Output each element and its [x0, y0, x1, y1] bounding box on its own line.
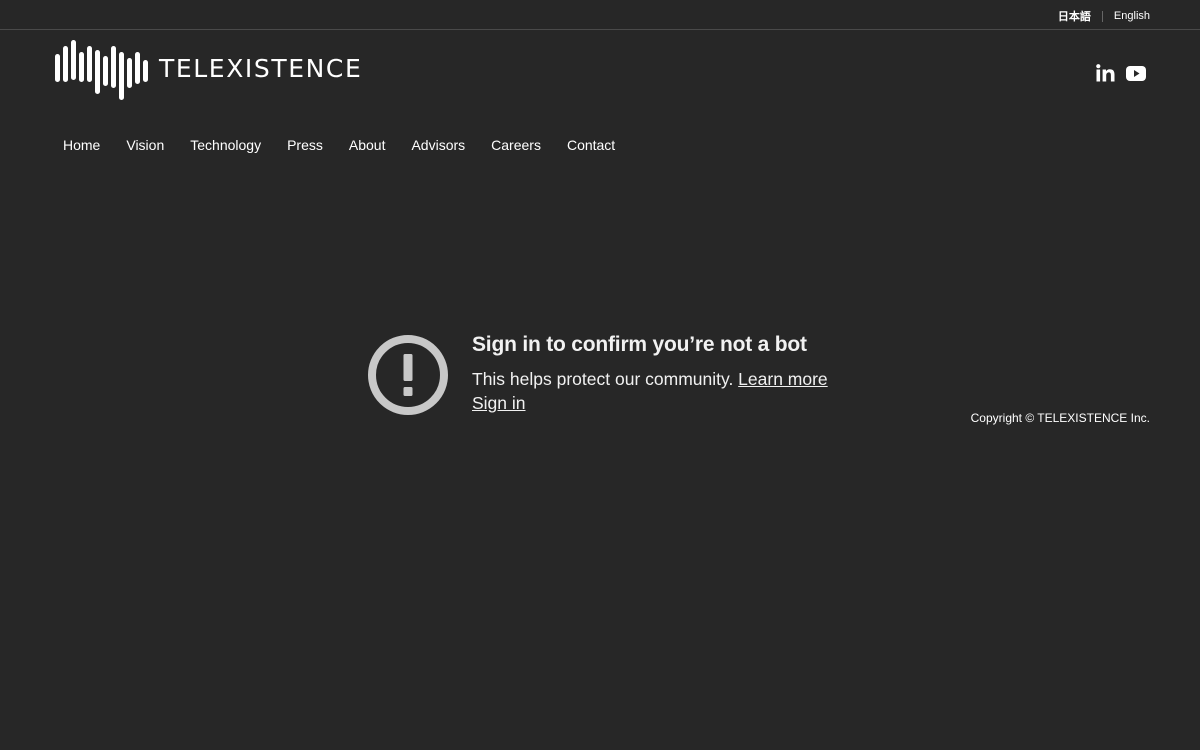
bot-check-title: Sign in to confirm you’re not a bot	[472, 333, 807, 356]
sign-in-link[interactable]: Sign in	[472, 393, 526, 414]
language-bar: 日本語 English	[0, 0, 1200, 30]
youtube-icon[interactable]	[1126, 65, 1146, 81]
page: 日本語 English TELEXISTENCE Home Vision Tec…	[0, 0, 1200, 750]
main-nav: Home Vision Technology Press About Advis…	[50, 134, 628, 156]
nav-item-careers[interactable]: Careers	[478, 134, 554, 156]
nav-item-press[interactable]: Press	[274, 134, 336, 156]
logo-mark-icon	[55, 40, 148, 100]
nav-item-contact[interactable]: Contact	[554, 134, 628, 156]
social-links	[1096, 64, 1146, 82]
language-link-english[interactable]: English	[1114, 10, 1150, 22]
bot-check-message: This helps protect our community.	[472, 369, 739, 389]
site-logo[interactable]: TELEXISTENCE	[54, 38, 362, 102]
learn-more-link[interactable]: Learn more	[738, 369, 828, 389]
linkedin-icon[interactable]	[1096, 64, 1115, 82]
exclamation-circle-icon	[368, 335, 448, 415]
language-link-japanese[interactable]: 日本語	[1058, 8, 1091, 24]
nav-item-home[interactable]: Home	[50, 134, 113, 156]
language-switcher: 日本語 English	[1058, 8, 1150, 24]
nav-item-advisors[interactable]: Advisors	[398, 134, 478, 156]
nav-item-technology[interactable]: Technology	[177, 134, 274, 156]
nav-item-about[interactable]: About	[336, 134, 399, 156]
bot-check-message-line: This helps protect our community. Learn …	[472, 369, 828, 390]
logo-text: TELEXISTENCE	[159, 53, 363, 83]
bot-check-panel: Sign in to confirm you’re not a bot This…	[367, 333, 847, 423]
nav-item-vision[interactable]: Vision	[113, 134, 177, 156]
language-divider	[1101, 10, 1103, 22]
copyright-text: Copyright © TELEXISTENCE Inc.	[970, 411, 1150, 425]
